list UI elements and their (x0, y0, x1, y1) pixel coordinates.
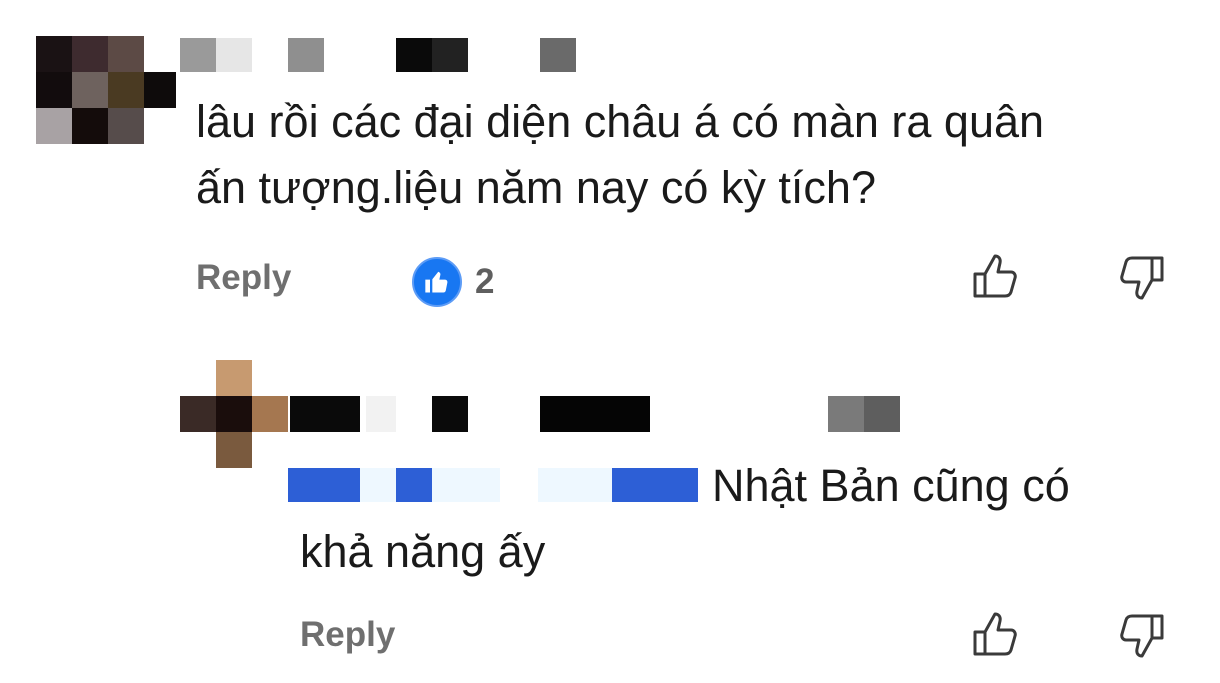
thumbs-down-outline-icon[interactable] (1113, 250, 1167, 304)
comment-text-line-2: ấn tượng.liệu năm nay có kỳ tích? (196, 162, 876, 213)
reply-button[interactable]: Reply (196, 258, 291, 298)
comment-text-line-1: lâu rồi các đại diện châu á có màn ra qu… (196, 96, 1045, 147)
thumbs-up-outline-icon[interactable] (970, 608, 1024, 662)
mentioned-user[interactable] (288, 468, 698, 502)
reply-button[interactable]: Reply (300, 615, 395, 655)
thumbs-down-outline-icon[interactable] (1113, 608, 1167, 662)
author-name[interactable] (290, 396, 910, 432)
thumbs-up-icon (423, 268, 451, 296)
avatar[interactable] (180, 360, 290, 470)
reaction-count: 2 (475, 262, 495, 301)
thumbs-up-outline-icon[interactable] (970, 250, 1024, 304)
author-name[interactable] (180, 36, 580, 72)
reaction-badge (412, 257, 462, 307)
avatar[interactable] (36, 36, 176, 144)
comment-text-line-1: Nhật Bản cũng có (712, 460, 1070, 511)
comment-text-line-2: khả năng ấy (300, 526, 546, 577)
